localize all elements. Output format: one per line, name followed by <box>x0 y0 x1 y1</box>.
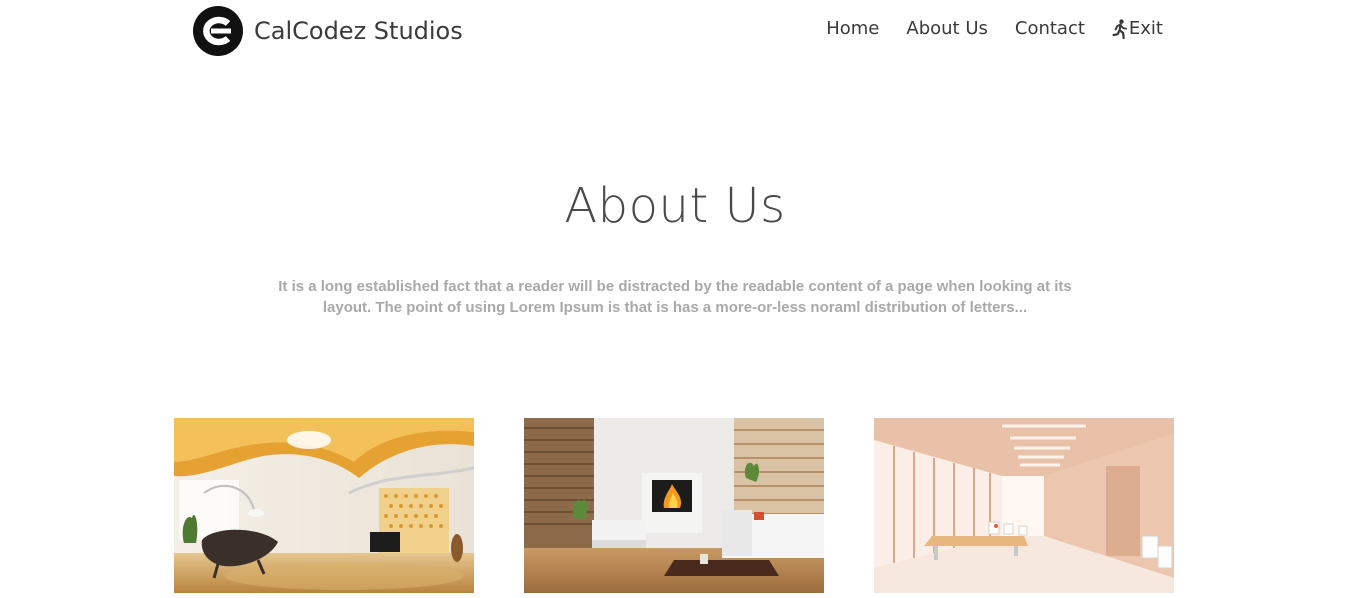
nav-exit-label: Exit <box>1128 18 1163 39</box>
gallery-image-office <box>874 418 1174 593</box>
page-title: About Us <box>564 178 786 234</box>
fireplace-room-photo <box>524 418 824 593</box>
nav-about-link[interactable]: About Us <box>906 18 988 39</box>
brand-link[interactable]: CalCodez Studios <box>193 6 463 56</box>
site-header: CalCodez Studios Home About Us Contact E… <box>0 0 1350 64</box>
about-description: It is a long established fact that a rea… <box>278 278 1072 316</box>
office-photo <box>874 418 1174 593</box>
nav-exit-link[interactable]: Exit <box>1112 18 1163 39</box>
brand-name: CalCodez Studios <box>254 17 463 45</box>
gallery-image-living-room <box>174 418 474 593</box>
running-man-exit-icon <box>1112 18 1128 39</box>
gallery-image-fireplace <box>524 418 824 593</box>
interior-gallery <box>174 418 1174 593</box>
nav-home-link[interactable]: Home <box>826 18 879 39</box>
nav-contact-link[interactable]: Contact <box>1015 18 1085 39</box>
calcodez-logo-icon <box>193 6 243 56</box>
main-nav: Home About Us Contact Exit <box>826 18 1163 39</box>
living-room-photo <box>174 418 474 593</box>
